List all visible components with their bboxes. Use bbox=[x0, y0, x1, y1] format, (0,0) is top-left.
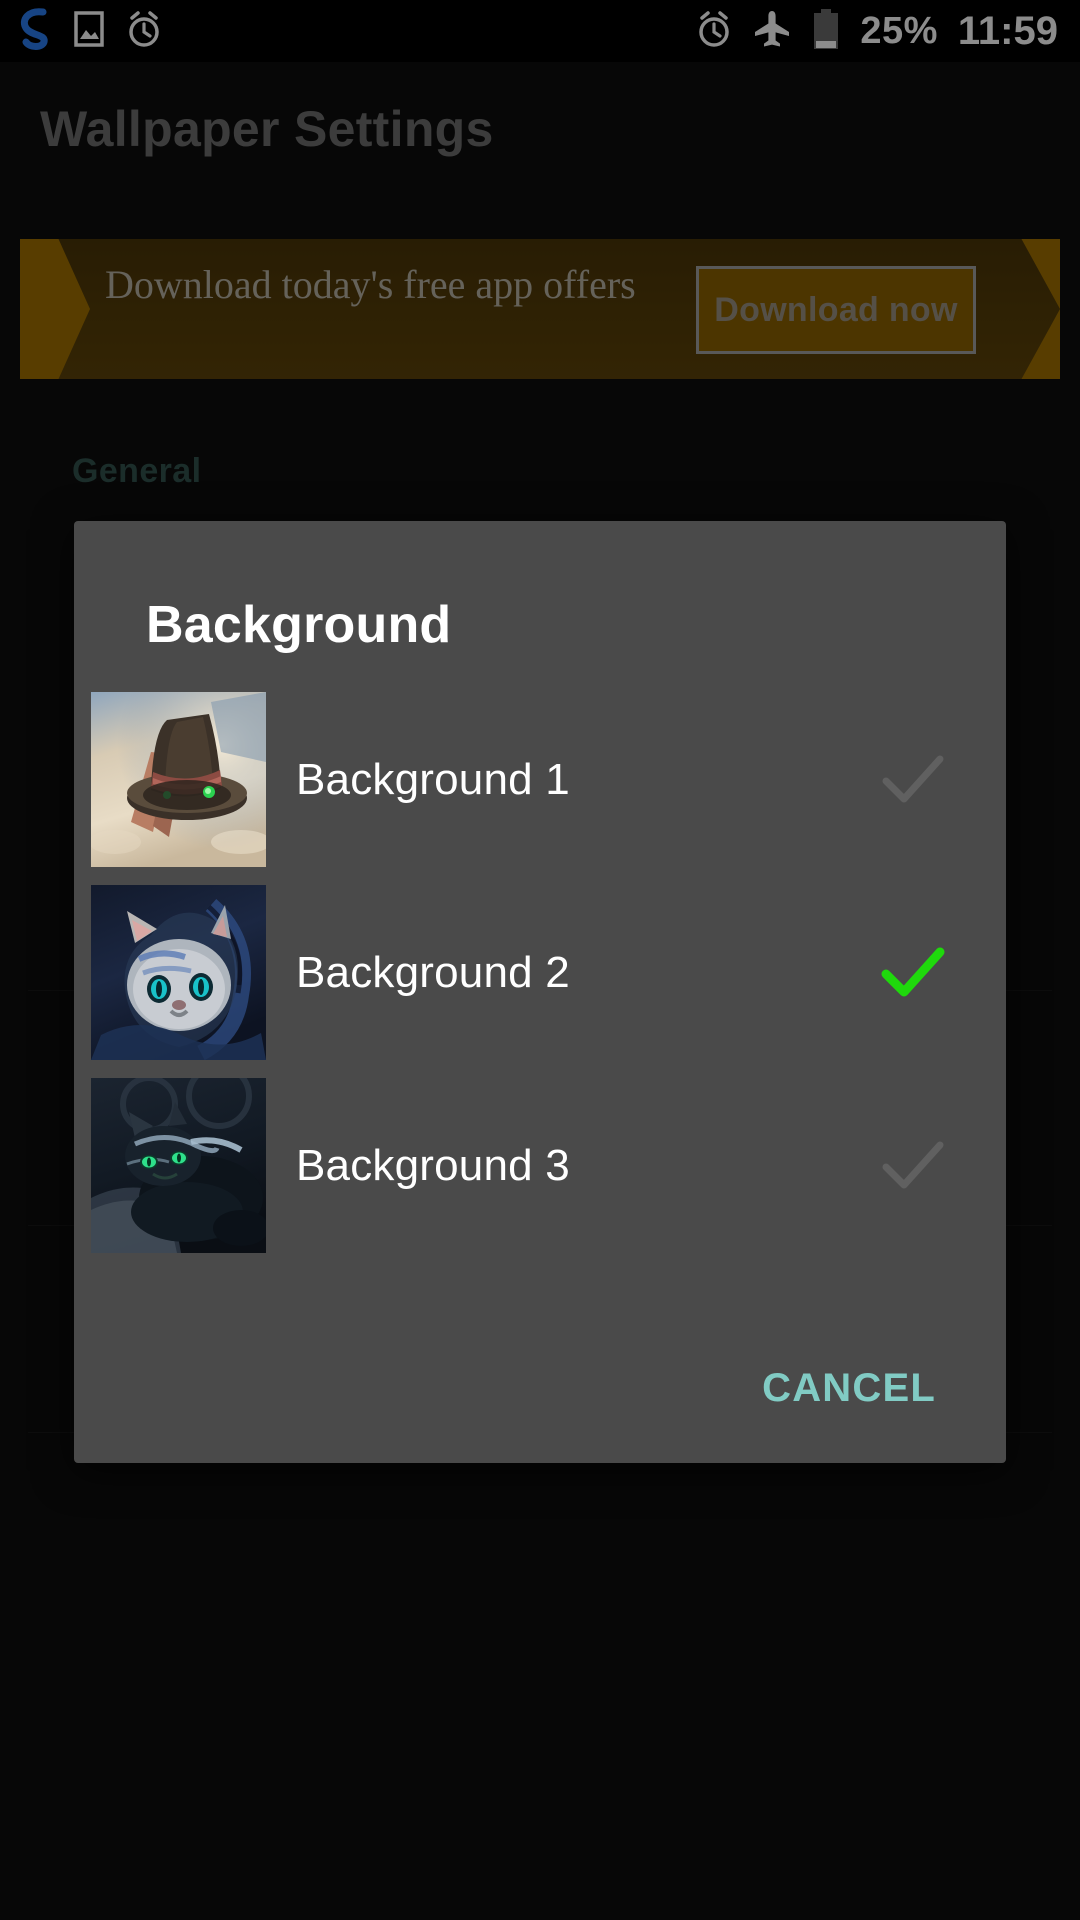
option-label: Background 3 bbox=[296, 1140, 570, 1190]
option-label: Background 2 bbox=[296, 947, 570, 997]
dialog-title: Background bbox=[146, 596, 452, 654]
cancel-button[interactable]: CANCEL bbox=[756, 1356, 942, 1421]
list-item[interactable]: Background 3 bbox=[74, 1069, 1006, 1262]
list-item[interactable]: Background 2 bbox=[74, 876, 1006, 1069]
phone-screen: 25% 11:59 Wallpaper Settings Download to… bbox=[0, 0, 1080, 1920]
dialog-action-bar: CANCEL bbox=[74, 1313, 1006, 1463]
checkmark-unselected-icon[interactable] bbox=[878, 1131, 948, 1201]
list-item[interactable]: Background 1 bbox=[74, 683, 1006, 876]
dark-cat-thumbnail[interactable] bbox=[91, 1078, 266, 1253]
option-label: Background 1 bbox=[296, 754, 570, 804]
background-options-list: Background 1 Background 2 Background 3 bbox=[74, 683, 1006, 1262]
blue-cheshire-cat-thumbnail[interactable] bbox=[91, 885, 266, 1060]
top-hat-thumbnail[interactable] bbox=[91, 692, 266, 867]
checkmark-unselected-icon[interactable] bbox=[878, 745, 948, 815]
checkmark-selected-icon[interactable] bbox=[878, 938, 948, 1008]
background-selection-dialog: Background Background 1 Background 2 Bac… bbox=[74, 521, 1006, 1463]
